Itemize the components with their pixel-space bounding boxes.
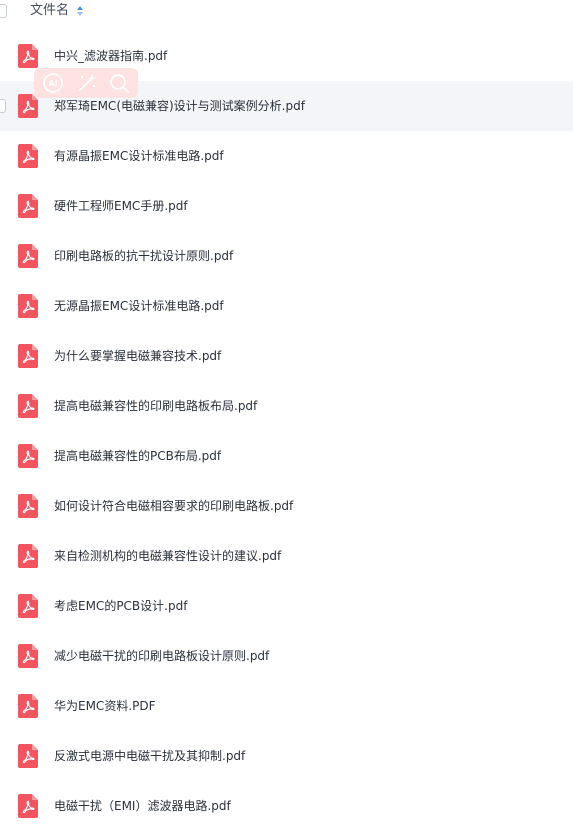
file-name[interactable]: 无源晶振EMC设计标准电路.pdf: [54, 297, 224, 315]
pdf-file-icon: [18, 194, 38, 218]
magic-wand-button[interactable]: [73, 70, 99, 96]
file-name[interactable]: 反激式电源中电磁干扰及其抑制.pdf: [54, 747, 245, 765]
file-name[interactable]: 提高电磁兼容性的印刷电路板布局.pdf: [54, 397, 257, 415]
pdf-file-icon: [18, 544, 38, 568]
file-row[interactable]: 如何设计符合电磁相容要求的印刷电路板.pdf: [0, 481, 573, 531]
file-name[interactable]: 有源晶振EMC设计标准电路.pdf: [54, 147, 224, 165]
ai-assistant-button[interactable]: AI: [40, 70, 66, 96]
file-row[interactable]: 反激式电源中电磁干扰及其抑制.pdf: [0, 731, 573, 781]
pdf-file-icon: [18, 94, 38, 118]
file-name[interactable]: 来自检测机构的电磁兼容性设计的建议.pdf: [54, 547, 281, 565]
file-row[interactable]: 电磁干扰（EMI）滤波器电路.pdf: [0, 781, 573, 830]
pdf-file-icon: [18, 594, 38, 618]
file-row[interactable]: 为什么要掌握电磁兼容技术.pdf: [0, 331, 573, 381]
search-icon: [110, 74, 130, 93]
file-row[interactable]: 无源晶振EMC设计标准电路.pdf: [0, 281, 573, 331]
file-list: 中兴_滤波器指南.pdf 郑军琦EMC(电磁兼容)设计与测试案例分析.pdf 有…: [0, 31, 573, 830]
pdf-file-icon: [18, 744, 38, 768]
file-name[interactable]: 中兴_滤波器指南.pdf: [54, 47, 167, 65]
file-list-header: 文件名: [0, 0, 573, 22]
pdf-file-icon: [18, 144, 38, 168]
pdf-file-icon: [18, 294, 38, 318]
select-all-checkbox[interactable]: [0, 4, 7, 18]
file-name[interactable]: 减少电磁干扰的印刷电路板设计原则.pdf: [54, 647, 269, 665]
file-row[interactable]: 来自检测机构的电磁兼容性设计的建议.pdf: [0, 531, 573, 581]
pdf-file-icon: [18, 694, 38, 718]
file-name[interactable]: 电磁干扰（EMI）滤波器电路.pdf: [54, 797, 231, 815]
file-browser: 文件名 中兴_滤波器指南.pdf 郑军琦EMC(电磁兼容)设计与测试案例分析.p…: [0, 0, 573, 830]
file-name[interactable]: 提高电磁兼容性的PCB布局.pdf: [54, 447, 221, 465]
file-name[interactable]: 印刷电路板的抗干扰设计原则.pdf: [54, 247, 233, 265]
hover-toolbar: AI: [34, 68, 138, 98]
ai-assistant-icon: AI: [42, 73, 63, 93]
file-row[interactable]: 印刷电路板的抗干扰设计原则.pdf: [0, 231, 573, 281]
file-name[interactable]: 为什么要掌握电磁兼容技术.pdf: [54, 347, 221, 365]
column-header-filename[interactable]: 文件名: [30, 3, 69, 19]
file-name[interactable]: 郑军琦EMC(电磁兼容)设计与测试案例分析.pdf: [54, 97, 305, 115]
file-row[interactable]: 有源晶振EMC设计标准电路.pdf: [0, 131, 573, 181]
file-name[interactable]: 硬件工程师EMC手册.pdf: [54, 197, 188, 215]
file-row[interactable]: 提高电磁兼容性的PCB布局.pdf: [0, 431, 573, 481]
pdf-file-icon: [18, 44, 38, 68]
magic-wand-icon: [79, 74, 96, 91]
file-row[interactable]: 减少电磁干扰的印刷电路板设计原则.pdf: [0, 631, 573, 681]
file-name[interactable]: 华为EMC资料.PDF: [54, 697, 156, 715]
pdf-file-icon: [18, 644, 38, 668]
file-name[interactable]: 考虑EMC的PCB设计.pdf: [54, 597, 187, 615]
pdf-file-icon: [18, 244, 38, 268]
pdf-file-icon: [18, 344, 38, 368]
search-button[interactable]: [106, 70, 132, 96]
pdf-file-icon: [18, 494, 38, 518]
ai-icon-label: AI: [48, 79, 57, 89]
file-row[interactable]: 提高电磁兼容性的印刷电路板布局.pdf: [0, 381, 573, 431]
pdf-file-icon: [18, 394, 38, 418]
file-name[interactable]: 如何设计符合电磁相容要求的印刷电路板.pdf: [54, 497, 293, 515]
file-row[interactable]: 考虑EMC的PCB设计.pdf: [0, 581, 573, 631]
file-row[interactable]: 华为EMC资料.PDF: [0, 681, 573, 731]
sort-toggle-icon[interactable]: [76, 4, 84, 18]
pdf-file-icon: [18, 794, 38, 818]
file-row[interactable]: 硬件工程师EMC手册.pdf: [0, 181, 573, 231]
row-select-checkbox[interactable]: [0, 99, 6, 113]
pdf-file-icon: [18, 444, 38, 468]
